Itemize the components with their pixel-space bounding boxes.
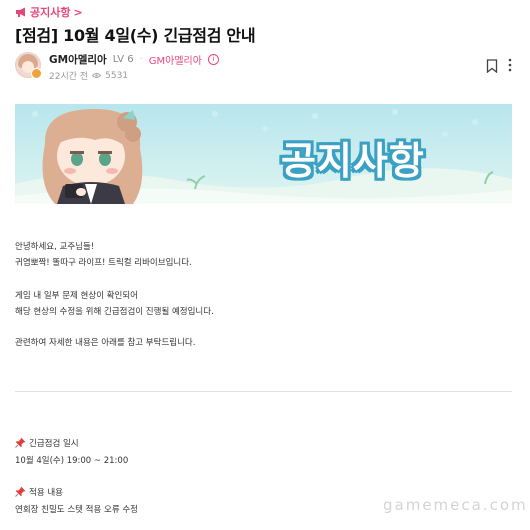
separator: · bbox=[139, 54, 143, 65]
notice-banner: 공지사항 bbox=[15, 104, 512, 204]
author-info: GM아멜리아 LV 6 · GM아멜리아 i 22시간 전 5531 bbox=[15, 52, 219, 82]
author-name[interactable]: GM아멜리아 bbox=[49, 52, 107, 67]
view-count: 5531 bbox=[105, 70, 129, 81]
paragraph: 게임 내 일부 문제 현상이 확인되어 bbox=[15, 291, 138, 301]
pushpin-icon bbox=[15, 486, 26, 497]
more-vertical-icon[interactable] bbox=[508, 58, 512, 72]
section-body: 연회장 친밀도 스텟 적용 오류 수정 bbox=[15, 505, 138, 515]
breadcrumb-label: 공지사항 bbox=[30, 6, 71, 19]
section-body: 10월 4일(수) 19:00 ~ 21:00 bbox=[15, 456, 129, 466]
paragraph: 해당 현상의 수정을 위해 긴급점검이 진행될 예정입니다. bbox=[15, 307, 214, 317]
banner-title: 공지사항 bbox=[281, 139, 425, 183]
chevron-right-icon: > bbox=[73, 5, 83, 19]
info-icon[interactable]: i bbox=[207, 54, 219, 65]
banner-illustration bbox=[15, 104, 512, 204]
avatar-badge bbox=[31, 68, 42, 79]
megaphone-icon bbox=[16, 7, 25, 17]
author-tag: GM아멜리아 bbox=[148, 56, 202, 67]
paragraph: 안녕하세요, 교주님들! bbox=[15, 242, 95, 252]
pushpin-icon bbox=[15, 437, 26, 448]
page-title: [점검] 10월 4일(수) 긴급점검 안내 bbox=[15, 26, 256, 45]
section-heading: 긴급점검 일시 bbox=[15, 437, 79, 449]
section-title: 적용 내용 bbox=[29, 488, 63, 498]
breadcrumb[interactable]: 공지사항 > bbox=[15, 4, 83, 20]
divider bbox=[15, 391, 512, 392]
section-title: 긴급점검 일시 bbox=[29, 439, 79, 449]
post-time: 22시간 전 bbox=[49, 72, 89, 82]
watermark: gamemeca.com bbox=[383, 496, 528, 514]
paragraph: 귀염뽀짝! 똘따구 라이프! 트릭컬 리바이브입니다. bbox=[15, 258, 192, 268]
bookmark-icon[interactable] bbox=[486, 59, 498, 73]
section-heading: 적용 내용 bbox=[15, 486, 63, 498]
author-level: LV 6 bbox=[112, 54, 134, 65]
eye-icon bbox=[92, 73, 102, 78]
paragraph: 관련하여 자세한 내용은 아래를 참고 부탁드립니다. bbox=[15, 338, 196, 348]
